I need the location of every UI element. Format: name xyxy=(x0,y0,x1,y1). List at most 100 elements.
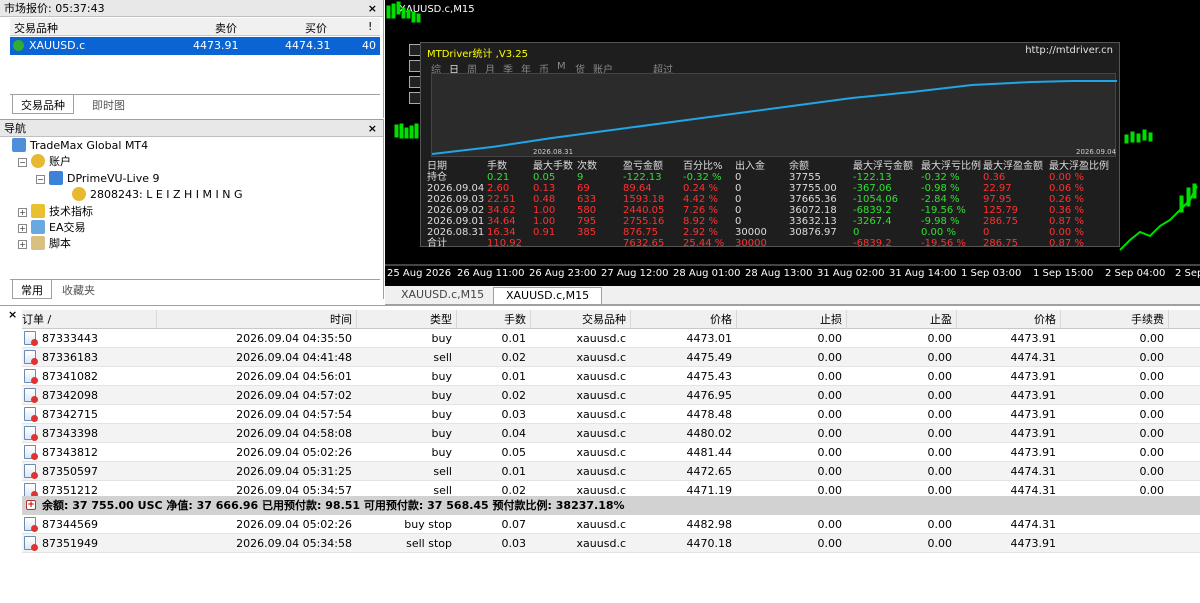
time-label: 31 Aug 02:00 xyxy=(817,268,885,279)
tree-item-broker[interactable]: TradeMax Global MT4 xyxy=(12,138,148,154)
tree-item-server[interactable]: − DPrimeVU-Live 9 xyxy=(36,171,159,187)
order-icon xyxy=(24,407,38,422)
order-cell: 4475.43 xyxy=(686,370,733,383)
tree-item-scripts[interactable]: + 脚本 xyxy=(18,236,71,252)
order-cell: xauusd.c xyxy=(576,332,626,345)
mtd-cell: 16.34 xyxy=(487,227,516,238)
mtd-cell: 876.75 xyxy=(623,227,658,238)
order-row[interactable]: 87343812 2026.09.04 05:02:26 buy 0.05 xauusd… xyxy=(22,443,1200,462)
col-ask[interactable]: 买价 xyxy=(305,20,327,36)
mtd-cell: 0.00 % xyxy=(1049,227,1084,238)
col-spread[interactable]: ! xyxy=(368,20,372,33)
order-cell: 0.00 xyxy=(927,370,953,383)
col-header[interactable]: 价格 xyxy=(964,310,1056,329)
mtd-cell: 0.36 % xyxy=(1049,205,1084,216)
mtd-cell: 0.26 % xyxy=(1049,194,1084,205)
order-cell: 87350597 xyxy=(42,465,98,478)
script-icon xyxy=(31,236,45,250)
order-cell: xauusd.c xyxy=(576,370,626,383)
col-header[interactable]: 手续费 xyxy=(1094,310,1164,329)
order-cell: 0.01 xyxy=(501,465,527,478)
order-cell: 2026.09.04 04:57:54 xyxy=(236,408,352,421)
graph-start-date: 2026.08.31 xyxy=(533,148,574,156)
mtd-cell: 0.00 % xyxy=(921,227,956,238)
chart-tab-active[interactable]: XAUUSD.c,M15 xyxy=(493,287,603,304)
order-cell: buy xyxy=(431,370,452,383)
expand-icon[interactable]: + xyxy=(26,500,36,510)
order-row[interactable]: 87341082 2026.09.04 04:56:01 buy 0.01 xauusd… xyxy=(22,367,1200,386)
tree-item-account[interactable]: 2808243: L E I Z H I M I N G xyxy=(72,187,243,203)
tab-symbols[interactable]: 交易品种 xyxy=(12,95,74,114)
tree-item-accounts[interactable]: − 账户 xyxy=(18,154,71,170)
order-row[interactable]: 87342715 2026.09.04 04:57:54 buy 0.03 xauusd… xyxy=(22,405,1200,424)
col-header[interactable]: 价格 xyxy=(636,310,732,329)
mtd-cell: 0 xyxy=(735,172,742,183)
order-cell: 0.07 xyxy=(501,518,527,531)
mtd-cell: 0.06 % xyxy=(1049,183,1084,194)
navigator-title-bar: 导航 × xyxy=(0,120,383,137)
order-cell: 4472.65 xyxy=(686,465,733,478)
symbol-row-xauusd[interactable]: XAUUSD.c 4473.91 4474.31 40 xyxy=(10,37,380,55)
mtd-header-cell: 余额 xyxy=(789,161,809,172)
order-cell: 4474.31 xyxy=(1010,465,1057,478)
mtd-cell: 2026.09.01 xyxy=(427,216,485,227)
col-header[interactable]: 类型 xyxy=(376,310,452,329)
close-icon[interactable]: × xyxy=(368,120,377,137)
order-row[interactable]: 87343398 2026.09.04 04:58:08 buy 0.04 xauusd… xyxy=(22,424,1200,443)
order-cell: xauusd.c xyxy=(576,465,626,478)
tab-common[interactable]: 常用 xyxy=(12,280,52,299)
order-cell: 4476.95 xyxy=(686,389,733,402)
col-symbol[interactable]: 交易品种 xyxy=(14,20,58,36)
tree-item-experts[interactable]: + EA交易 xyxy=(18,220,85,236)
close-icon[interactable]: × xyxy=(368,0,377,17)
order-row[interactable]: 87350597 2026.09.04 05:31:25 sell 0.01 xauus… xyxy=(22,462,1200,481)
mtd-cell: 2755.16 xyxy=(623,216,665,227)
accounts-icon xyxy=(31,154,45,168)
close-icon[interactable]: × xyxy=(8,308,17,321)
mtd-cell: 7632.65 xyxy=(623,238,665,249)
col-header[interactable]: 手数 xyxy=(460,310,526,329)
mtd-cell: 25.44 % xyxy=(683,238,725,249)
mtd-cell: -3267.4 xyxy=(853,216,892,227)
collapse-icon[interactable]: − xyxy=(36,175,45,184)
col-header[interactable]: 订单 / xyxy=(22,310,152,329)
order-row[interactable]: 87333443 2026.09.04 04:35:50 buy 0.01 xauusd… xyxy=(22,329,1200,348)
tree-item-indicators[interactable]: + 技术指标 xyxy=(18,204,93,220)
expand-icon[interactable]: + xyxy=(18,240,27,249)
mtd-cell: 2026.09.03 xyxy=(427,194,485,205)
col-bid[interactable]: 卖价 xyxy=(215,20,237,36)
mtd-menu-item[interactable]: M xyxy=(557,61,566,72)
expand-icon[interactable]: + xyxy=(18,224,27,233)
order-row[interactable]: 87351949 2026.09.04 05:34:58 sell stop 0.03… xyxy=(22,534,1200,553)
mtd-cell: 89.64 xyxy=(623,183,652,194)
order-cell: 0.00 xyxy=(1139,332,1165,345)
col-header[interactable]: 时间 xyxy=(160,310,352,329)
order-row[interactable]: 87336183 2026.09.04 04:41:48 sell 0.02 xauus… xyxy=(22,348,1200,367)
tab-favorites[interactable]: 收藏夹 xyxy=(54,280,103,299)
mtd-cell: 0 xyxy=(735,183,742,194)
mtdriver-url[interactable]: http://mtdriver.cn xyxy=(1025,45,1113,56)
column-divider xyxy=(530,310,531,328)
col-header[interactable]: 止损 xyxy=(750,310,842,329)
order-cell: 0.00 xyxy=(817,332,843,345)
column-divider xyxy=(356,310,357,328)
expand-icon[interactable]: + xyxy=(18,208,27,217)
order-icon xyxy=(24,350,38,365)
tab-tick-chart[interactable]: 即时图 xyxy=(84,95,133,114)
up-arrow-icon xyxy=(13,40,24,51)
col-header[interactable]: 止盈 xyxy=(856,310,952,329)
mtd-cell: 22.97 xyxy=(983,183,1012,194)
order-cell: 2026.09.04 04:58:08 xyxy=(236,427,352,440)
time-label: 2 Sep xyxy=(1175,268,1200,279)
market-watch-tabs: 交易品种 即时图 xyxy=(10,94,380,114)
col-header[interactable]: 交易品种 xyxy=(546,310,626,329)
order-row[interactable]: 87342098 2026.09.04 04:57:02 buy 0.02 xauusd… xyxy=(22,386,1200,405)
order-cell: 0.00 xyxy=(927,518,953,531)
mtd-cell: 286.75 xyxy=(983,216,1018,227)
order-row[interactable]: 87344569 2026.09.04 05:02:26 buy stop 0.07 x… xyxy=(22,515,1200,534)
order-cell: 0.00 xyxy=(817,537,843,550)
collapse-icon[interactable]: − xyxy=(18,158,27,167)
chart-tab[interactable]: XAUUSD.c,M15 xyxy=(389,287,496,304)
navigator-tabs: 常用 收藏夹 xyxy=(10,279,380,299)
mtd-cell: 7.26 % xyxy=(683,205,718,216)
